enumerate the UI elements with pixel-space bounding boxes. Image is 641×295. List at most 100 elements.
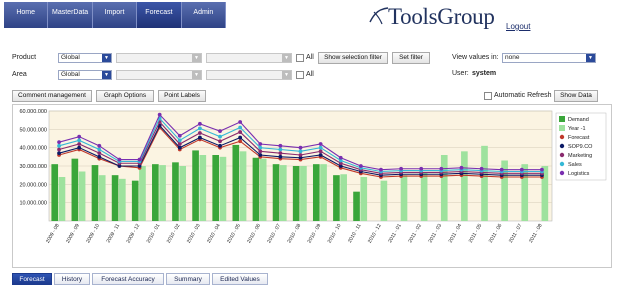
y-tick-label: 10.000.000 (19, 201, 47, 207)
view-values-select[interactable]: none ▼ (502, 53, 596, 63)
legend-label-logistics: Logistics (568, 171, 590, 177)
bar-demand (192, 150, 199, 221)
nav-tab-admin[interactable]: Admin (182, 2, 227, 28)
point-sales (238, 125, 243, 130)
point-sop9-co (198, 135, 202, 140)
point-logistics (540, 167, 544, 172)
automatic-refresh-checkbox[interactable] (484, 92, 492, 100)
nav-tab-home[interactable]: Home (4, 2, 49, 28)
bar-year-1 (159, 165, 166, 221)
area-level-2-select[interactable]: ▼ (116, 70, 202, 80)
area-select[interactable]: Global ▼ (58, 70, 112, 80)
point-forecast (238, 139, 243, 144)
legend-label-demand: Demand (568, 117, 589, 123)
view-values-value: none (505, 54, 520, 61)
bar-year-1 (259, 158, 267, 221)
set-filter-button[interactable]: Set filter (392, 52, 430, 64)
point-marketing (298, 153, 303, 157)
x-tick-label: 2009 - 12 (126, 223, 142, 244)
bar-demand (212, 155, 220, 221)
x-tick-label: 2010 - 10 (327, 223, 343, 244)
tab-forecast-accuracy[interactable]: Forecast Accuracy (92, 273, 164, 285)
point-logistics (399, 166, 403, 171)
nav-tab-masterdata[interactable]: MasterData (48, 2, 93, 28)
area-all-checkbox[interactable] (296, 71, 304, 79)
show-selection-filter-button[interactable]: Show selection filter (318, 52, 388, 64)
bar-year-1 (380, 180, 388, 221)
bar-demand (131, 180, 139, 221)
x-tick-label: 2010 - 03 (186, 223, 202, 244)
point-logistics (519, 167, 524, 172)
chevron-down-icon: ▼ (102, 71, 111, 79)
point-sales (57, 143, 61, 148)
nav-tab-import[interactable]: Import (93, 2, 138, 28)
logout-link[interactable]: Logout (506, 22, 530, 31)
bar-demand (353, 191, 360, 221)
automatic-refresh-label: Automatic Refresh (494, 92, 552, 99)
point-logistics (97, 143, 102, 148)
point-logistics (358, 164, 363, 168)
chevron-down-icon: ▼ (102, 54, 111, 62)
legend-swatch-demand (559, 116, 565, 122)
point-logistics (379, 167, 383, 172)
legend-marker-sop9-co (559, 143, 565, 149)
bar-demand (111, 175, 119, 221)
point-marketing (318, 149, 323, 154)
x-tick-label: 2010 - 05 (226, 223, 242, 244)
point-sop9-co (177, 145, 182, 150)
legend-marker-marketing (559, 152, 565, 158)
product-all-checkbox[interactable] (296, 54, 304, 62)
bar-year-1 (461, 151, 468, 221)
legend-label-sales: Sales (568, 162, 582, 168)
point-sop9-co (218, 143, 222, 148)
bar-year-1 (139, 166, 146, 221)
legend-label-sop9-co: SOP9.CO (568, 144, 593, 150)
point-logistics (479, 166, 484, 171)
main-nav: Home MasterData Import Forecast Admin (4, 2, 227, 28)
point-marketing (198, 131, 202, 135)
bar-demand (272, 164, 280, 221)
brand-name: ToolsGroup (388, 4, 495, 29)
show-data-button[interactable]: Show Data (554, 90, 598, 102)
tab-history[interactable]: History (54, 273, 90, 285)
bar-year-1 (239, 151, 247, 221)
top-bar: Home MasterData Import Forecast Admin To… (0, 0, 641, 40)
tab-edited-values[interactable]: Edited Values (212, 273, 268, 285)
area-level-3-select[interactable]: ▼ (206, 70, 292, 80)
point-sales (177, 138, 182, 143)
point-sales (258, 145, 263, 150)
bar-year-1 (199, 155, 207, 221)
point-sop9-co (77, 145, 82, 150)
point-logistics (218, 129, 222, 134)
bar-demand (292, 166, 300, 221)
comment-management-button[interactable]: Comment management (12, 90, 92, 102)
bar-demand (51, 164, 59, 221)
product-level-3-select[interactable]: ▼ (206, 53, 292, 63)
product-level-2-select[interactable]: ▼ (116, 53, 202, 63)
bar-year-1 (481, 145, 488, 221)
x-tick-label: 2010 - 08 (286, 223, 302, 244)
point-marketing (238, 130, 243, 134)
tab-summary[interactable]: Summary (166, 273, 210, 285)
point-sales (318, 145, 323, 150)
forecast-chart-panel: 10.000.000 20.000.000 30.000.000 40.000.000… (12, 104, 612, 268)
x-tick-label: 2010 - 09 (307, 223, 323, 244)
point-sop9-co (318, 153, 323, 157)
point-marketing (57, 147, 61, 152)
x-tick-label: 2009 - 11 (106, 223, 122, 244)
legend-label-year-1: Year -1 (568, 126, 586, 132)
point-sop9-co (258, 153, 263, 157)
tab-forecast[interactable]: Forecast (12, 273, 52, 285)
product-select[interactable]: Global ▼ (58, 53, 112, 63)
point-marketing (177, 142, 182, 146)
point-labels-button[interactable]: Point Labels (158, 90, 206, 102)
chevron-down-icon: ▼ (282, 54, 291, 62)
y-tick-label: 40.000.000 (19, 146, 47, 152)
user-label: User: (452, 70, 469, 77)
nav-tab-forecast[interactable]: Forecast (137, 2, 182, 28)
x-tick-label: 2009 - 09 (65, 223, 81, 244)
x-tick-label: 2010 - 06 (246, 223, 262, 244)
point-sales (298, 149, 303, 154)
product-all-label: All (306, 54, 314, 61)
graph-options-button[interactable]: Graph Options (96, 90, 154, 102)
